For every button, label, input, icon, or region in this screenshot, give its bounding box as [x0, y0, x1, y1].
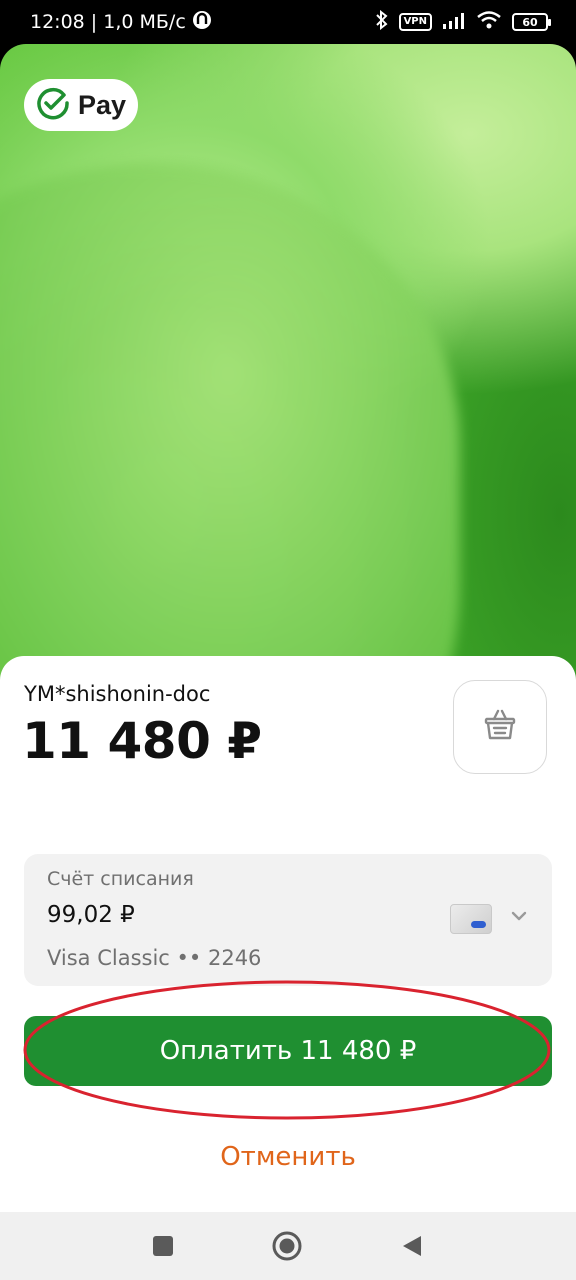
- merchant-name: YM*shishonin-doc: [24, 682, 211, 706]
- bluetooth-icon: [375, 9, 389, 35]
- account-title: Счёт списания: [47, 868, 194, 890]
- back-button[interactable]: [396, 1230, 428, 1262]
- system-nav-bar: [0, 1212, 576, 1280]
- notification-icon: [192, 10, 212, 35]
- cancel-label: Отменить: [220, 1142, 356, 1172]
- status-bar: 12:08 | 1,0 МБ/с VPN 60: [0, 0, 576, 44]
- account-selector[interactable]: Счёт списания 99,02 ₽ Visa Classic •• 22…: [24, 854, 552, 986]
- signal-icon: [442, 11, 466, 34]
- account-balance: 99,02 ₽: [47, 902, 135, 928]
- cancel-button[interactable]: Отменить: [0, 1142, 576, 1172]
- battery-icon: 60: [512, 13, 551, 31]
- wifi-icon: [476, 10, 502, 35]
- sberpay-label: Pay: [78, 89, 127, 120]
- cart-icon: [482, 708, 518, 746]
- recent-apps-button[interactable]: [147, 1230, 179, 1262]
- cart-button[interactable]: [453, 680, 547, 774]
- hero-banner: Pay: [0, 44, 576, 684]
- card-icon: [450, 904, 492, 934]
- status-time-speed: 12:08 | 1,0 МБ/с: [30, 11, 186, 33]
- home-button[interactable]: [271, 1230, 303, 1262]
- status-left: 12:08 | 1,0 МБ/с: [30, 10, 212, 35]
- pay-button[interactable]: Оплатить 11 480 ₽: [24, 1016, 552, 1086]
- status-right: VPN 60: [375, 9, 551, 35]
- chevron-down-icon: [509, 906, 529, 930]
- account-card-name: Visa Classic •• 2246: [47, 946, 262, 970]
- vpn-badge: VPN: [398, 13, 432, 31]
- pay-button-label: Оплатить 11 480 ₽: [159, 1036, 417, 1066]
- payment-sheet: YM*shishonin-doc 11 480 ₽ Счёт списания …: [0, 656, 576, 1212]
- sberpay-check-icon: [36, 86, 70, 124]
- sberpay-logo: Pay: [24, 79, 138, 131]
- payment-amount: 11 480 ₽: [22, 712, 262, 770]
- hero-abstract-shape: [0, 164, 460, 684]
